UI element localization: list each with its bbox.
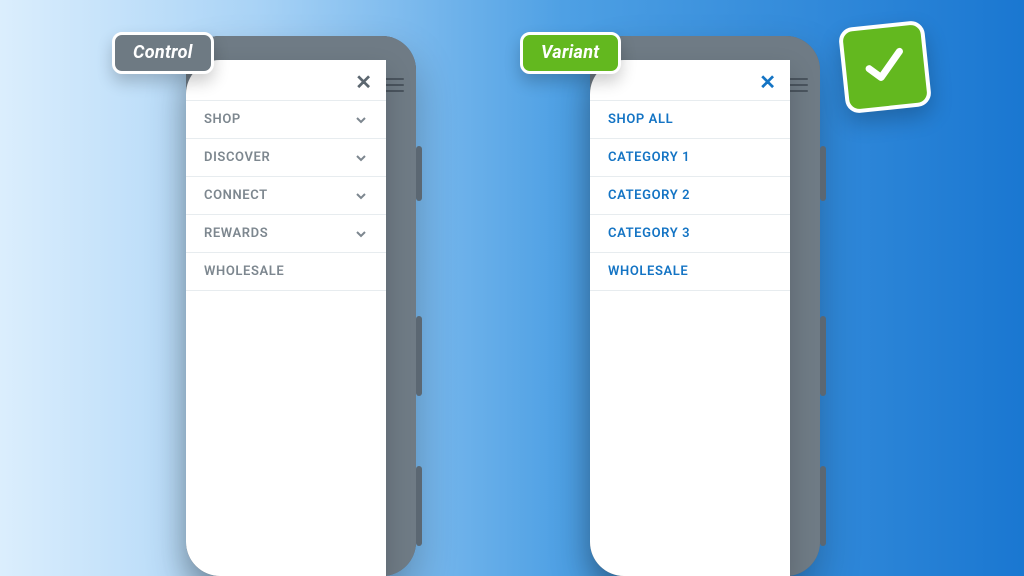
chevron-down-icon [354,151,368,165]
check-icon [858,39,911,96]
close-icon[interactable]: ✕ [759,72,776,92]
nav-item-label: SHOP [204,112,241,127]
hamburger-icon[interactable] [384,78,404,94]
nav-item-label: WHOLESALE [204,264,284,279]
nav-item-label: SHOP ALL [608,112,673,127]
comparison-stage: Control Variant ✕ SHOP [0,0,1024,576]
variant-tag: Variant [520,32,621,74]
variant-tag-label: Variant [541,42,600,63]
nav-item-wholesale[interactable]: WHOLESALE [186,252,386,291]
nav-item-category-3[interactable]: CATEGORY 3 [590,214,790,252]
nav-item-label: WHOLESALE [608,264,688,279]
variant-phone: ✕ SHOP ALL CATEGORY 1 CATEGORY 2 CATEGOR… [590,36,820,576]
nav-item-discover[interactable]: DISCOVER [186,138,386,176]
chevron-down-icon [354,189,368,203]
nav-item-wholesale[interactable]: WHOLESALE [590,252,790,291]
control-phone: ✕ SHOP DISCOVER CONNECT [186,36,416,576]
hamburger-icon[interactable] [788,78,808,94]
control-drawer: ✕ SHOP DISCOVER CONNECT [186,60,386,576]
winner-check-badge [838,20,933,115]
close-icon[interactable]: ✕ [355,72,372,92]
nav-item-rewards[interactable]: REWARDS [186,214,386,252]
nav-item-label: CATEGORY 3 [608,226,690,241]
chevron-down-icon [354,227,368,241]
nav-item-label: CATEGORY 2 [608,188,690,203]
nav-item-category-2[interactable]: CATEGORY 2 [590,176,790,214]
nav-item-category-1[interactable]: CATEGORY 1 [590,138,790,176]
control-tag-label: Control [133,42,193,63]
nav-item-shop[interactable]: SHOP [186,100,386,138]
nav-item-connect[interactable]: CONNECT [186,176,386,214]
nav-item-shop-all[interactable]: SHOP ALL [590,100,790,138]
control-tag: Control [112,32,214,74]
nav-item-label: CONNECT [204,188,268,203]
nav-item-label: DISCOVER [204,150,270,165]
nav-item-label: REWARDS [204,226,268,241]
chevron-down-icon [354,113,368,127]
nav-item-label: CATEGORY 1 [608,150,690,165]
variant-drawer: ✕ SHOP ALL CATEGORY 1 CATEGORY 2 CATEGOR… [590,60,790,576]
